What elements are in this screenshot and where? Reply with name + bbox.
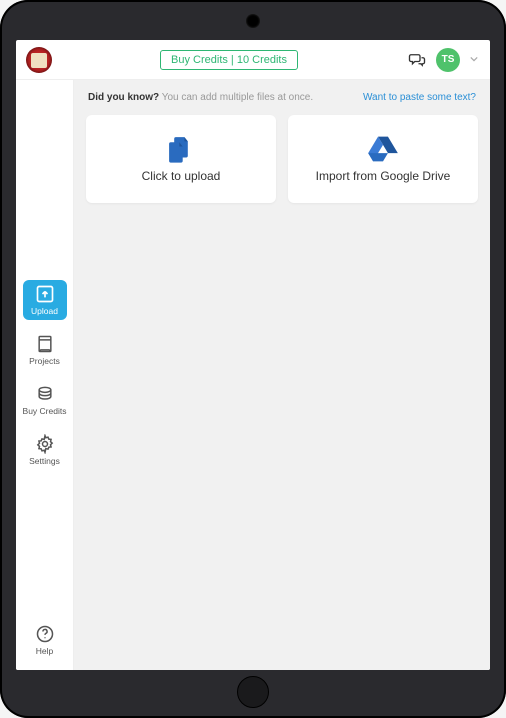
- card-label: Click to upload: [142, 169, 221, 183]
- chat-icon[interactable]: [406, 49, 428, 71]
- sidebar-item-label: Projects: [29, 356, 60, 366]
- projects-icon: [35, 334, 55, 354]
- sidebar-item-label: Upload: [31, 306, 58, 316]
- google-drive-icon: [366, 135, 400, 163]
- coins-icon: [35, 384, 55, 404]
- paste-text-link[interactable]: Want to paste some text?: [363, 92, 476, 103]
- sidebar-item-label: Settings: [29, 456, 60, 466]
- body: Upload Projects Buy Credits: [16, 80, 490, 670]
- sidebar-item-projects[interactable]: Projects: [23, 330, 67, 370]
- home-button[interactable]: [237, 676, 269, 708]
- camera-dot: [246, 14, 260, 28]
- sidebar: Upload Projects Buy Credits: [16, 80, 74, 670]
- app-screen: Buy Credits | 10 Credits TS: [16, 40, 490, 670]
- sidebar-item-buy-credits[interactable]: Buy Credits: [23, 380, 67, 420]
- info-row: Did you know? You can add multiple files…: [86, 92, 478, 103]
- files-icon: [164, 135, 198, 163]
- app-logo[interactable]: [26, 47, 52, 73]
- sidebar-item-settings[interactable]: Settings: [23, 430, 67, 470]
- card-label: Import from Google Drive: [316, 169, 451, 183]
- main-area: Did you know? You can add multiple files…: [74, 80, 490, 670]
- click-to-upload-card[interactable]: Click to upload: [86, 115, 276, 203]
- gear-icon: [35, 434, 55, 454]
- buy-credits-pill[interactable]: Buy Credits | 10 Credits: [160, 50, 298, 70]
- sidebar-item-label: Help: [36, 646, 53, 656]
- sidebar-item-upload[interactable]: Upload: [23, 280, 67, 320]
- chevron-down-icon[interactable]: [468, 54, 480, 65]
- did-you-know-text: Did you know? You can add multiple files…: [88, 92, 313, 103]
- sidebar-item-help[interactable]: Help: [23, 620, 67, 660]
- import-google-drive-card[interactable]: Import from Google Drive: [288, 115, 478, 203]
- upload-icon: [35, 284, 55, 304]
- header: Buy Credits | 10 Credits TS: [16, 40, 490, 80]
- sidebar-item-label: Buy Credits: [23, 406, 67, 416]
- avatar[interactable]: TS: [436, 48, 460, 72]
- help-icon: [35, 624, 55, 644]
- upload-cards: Click to upload Import from Google Drive: [86, 115, 478, 203]
- tablet-frame: Buy Credits | 10 Credits TS: [0, 0, 506, 718]
